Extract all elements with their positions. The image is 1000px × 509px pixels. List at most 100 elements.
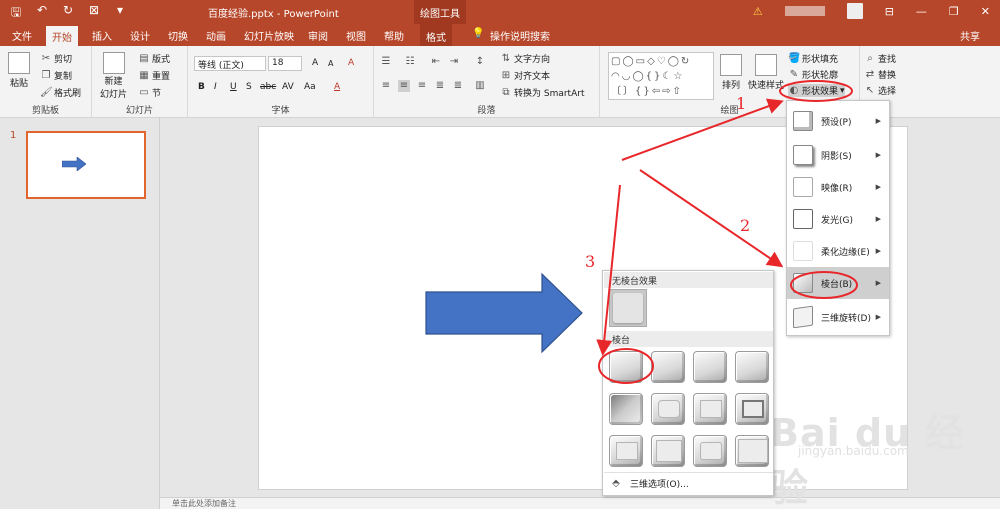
menu-item-preset[interactable]: 预设(P) ▶	[787, 105, 889, 137]
customize-qat-icon[interactable]: ▾	[112, 3, 128, 24]
shapes-gallery[interactable]: ▢◯▭◇♡◯↻ ◠◡◯{}☾☆ 〔〕{}⇦⇨⇧	[608, 52, 714, 100]
font-size-select[interactable]: 18	[268, 56, 302, 71]
format-painter-button[interactable]: 🖌 格式刷	[40, 86, 81, 100]
find-button[interactable]: ⌕ 查找	[864, 52, 896, 66]
strikethrough-button[interactable]: abc	[260, 82, 276, 92]
tab-format[interactable]: 格式	[420, 24, 452, 46]
cut-button[interactable]: ✂ 剪切	[40, 52, 72, 66]
bevel-option-hard-edge[interactable]	[693, 435, 727, 467]
bevel-option-slope[interactable]	[735, 393, 769, 425]
text-direction-button[interactable]: ⇅ 文字方向	[500, 52, 550, 66]
bevel-option-soft-round[interactable]	[651, 393, 685, 425]
menu-item-soft-edges[interactable]: 柔化边缘(E) ▶	[787, 235, 889, 267]
align-text-button[interactable]: ⊞ 对齐文本	[500, 69, 550, 83]
justify-button[interactable]: ≣	[434, 80, 446, 92]
tab-design[interactable]: 设计	[130, 28, 150, 43]
line-spacing-button[interactable]: ↕	[474, 56, 486, 68]
tab-animations[interactable]: 动画	[206, 28, 226, 43]
shape-effects-icon: ◐	[789, 84, 799, 96]
bold-button[interactable]: B	[198, 82, 205, 92]
restore-icon[interactable]: ❐	[949, 5, 959, 18]
underline-button[interactable]: U	[230, 82, 237, 92]
shape-fill-button[interactable]: 🪣 形状填充	[788, 52, 838, 66]
replace-button[interactable]: ⇄ 替换	[864, 68, 896, 82]
shape-effects-menu: 预设(P) ▶ 阴影(S) ▶ 映像(R) ▶ 发光(G) ▶ 柔化边缘(E) ▶ 棱台(…	[786, 100, 890, 336]
bevel-option-angle[interactable]	[609, 393, 643, 425]
italic-button[interactable]: I	[214, 82, 217, 92]
quick-styles-button[interactable]: 快速样式	[748, 54, 784, 91]
align-center-button[interactable]: ≡	[398, 80, 410, 92]
bevel-option-cool-slant[interactable]	[735, 351, 769, 383]
convert-smartart-button[interactable]: ⧉ 转换为 SmartArt	[500, 86, 584, 100]
char-spacing-button[interactable]: AV	[282, 82, 294, 92]
font-name-select[interactable]: 等线 (正文)	[194, 56, 266, 71]
align-left-button[interactable]: ≡	[380, 80, 392, 92]
shrink-font-button[interactable]: A	[328, 59, 333, 68]
arrow-shape[interactable]	[424, 272, 584, 354]
menu-item-glow[interactable]: 发光(G) ▶	[787, 203, 889, 235]
increase-indent-button[interactable]: ⇥	[448, 56, 460, 68]
tell-me-search[interactable]: 操作说明搜索	[490, 28, 550, 43]
menu-item-bevel[interactable]: 棱台(B) ▶	[787, 267, 889, 299]
save-icon[interactable]: 🖫	[8, 3, 24, 24]
paste-button[interactable]: 粘贴	[8, 52, 30, 89]
grow-font-button[interactable]: A	[312, 58, 318, 68]
bevel-option-riblet[interactable]	[651, 435, 685, 467]
select-button[interactable]: ↖ 选择	[864, 84, 896, 98]
layout-button[interactable]: ▤ 版式	[138, 52, 170, 66]
new-slide-button[interactable]: 新建 幻灯片	[100, 52, 127, 100]
presenter-icon[interactable]: ⊠	[86, 3, 102, 24]
change-case-button[interactable]: Aa	[304, 82, 316, 92]
ribbon-display-options-icon[interactable]: ⊟	[885, 5, 894, 18]
no-bevel-option[interactable]	[609, 289, 647, 327]
tab-file[interactable]: 文件	[12, 28, 32, 43]
numbering-button[interactable]: ☷	[404, 56, 416, 68]
tab-view[interactable]: 视图	[346, 28, 366, 43]
reset-button[interactable]: ▦ 重置	[138, 69, 170, 83]
bevel-option-cross[interactable]	[693, 351, 727, 383]
slide-thumbnail[interactable]	[26, 131, 146, 199]
bevel-option-relaxed-inset[interactable]	[651, 351, 685, 383]
section-button[interactable]: ▭ 节	[138, 86, 161, 100]
redo-icon[interactable]: ↻	[60, 3, 76, 24]
dropdown-arrow-icon: ▾	[840, 85, 845, 96]
tab-home[interactable]: 开始	[46, 26, 78, 46]
columns-icon: ▥	[475, 80, 485, 91]
minimize-icon[interactable]: —	[916, 5, 927, 18]
bevel-option-art-deco[interactable]	[735, 435, 769, 467]
close-icon[interactable]: ✕	[981, 5, 990, 18]
copy-button[interactable]: ❐ 复制	[40, 69, 73, 83]
distributed-button[interactable]: ≣	[452, 80, 464, 92]
shape-effects-button[interactable]: ◐ 形状效果 ▾	[788, 84, 845, 97]
bullets-button[interactable]: ☰	[380, 56, 392, 68]
brush-icon: 🖌	[40, 86, 53, 98]
menu-item-3d-rotation[interactable]: 三维旋转(D) ▶	[787, 301, 889, 333]
undo-icon[interactable]: ↶	[34, 3, 50, 24]
distributed-icon: ≣	[453, 80, 463, 91]
arrange-button[interactable]: 排列	[720, 54, 742, 91]
font-color-button[interactable]: A	[334, 82, 340, 92]
bevel-option-divot[interactable]	[609, 435, 643, 467]
menu-item-reflection[interactable]: 映像(R) ▶	[787, 171, 889, 203]
tab-insert[interactable]: 插入	[92, 28, 112, 43]
columns-button[interactable]: ▥	[474, 80, 486, 92]
bevel-option-circle[interactable]	[609, 351, 643, 383]
menu-item-shadow[interactable]: 阴影(S) ▶	[787, 139, 889, 171]
warning-icon[interactable]: ⚠	[753, 5, 763, 18]
pen-icon: ✎	[789, 68, 799, 80]
decrease-indent-button[interactable]: ⇤	[430, 56, 442, 68]
shape-outline-button[interactable]: ✎ 形状轮廓	[788, 68, 838, 82]
avatar[interactable]	[846, 3, 863, 19]
share-button[interactable]: 共享	[960, 28, 980, 43]
tab-review[interactable]: 审阅	[308, 28, 328, 43]
account-name[interactable]	[784, 6, 825, 16]
3d-options-item[interactable]: ⬘ 三维选项(O)...	[604, 472, 773, 494]
tab-help[interactable]: 帮助	[384, 28, 404, 43]
align-right-button[interactable]: ≡	[416, 80, 428, 92]
clear-format-button[interactable]: A	[348, 58, 354, 68]
bevel-option-convex[interactable]	[693, 393, 727, 425]
shadow-button[interactable]: S	[246, 82, 252, 92]
tab-transitions[interactable]: 切换	[168, 28, 188, 43]
tab-slideshow[interactable]: 幻灯片放映	[244, 28, 294, 43]
ribbon-tabs: 文件 开始 插入 设计 切换 动画 幻灯片放映 审阅 视图 帮助 格式 💡 操作…	[0, 24, 1000, 46]
